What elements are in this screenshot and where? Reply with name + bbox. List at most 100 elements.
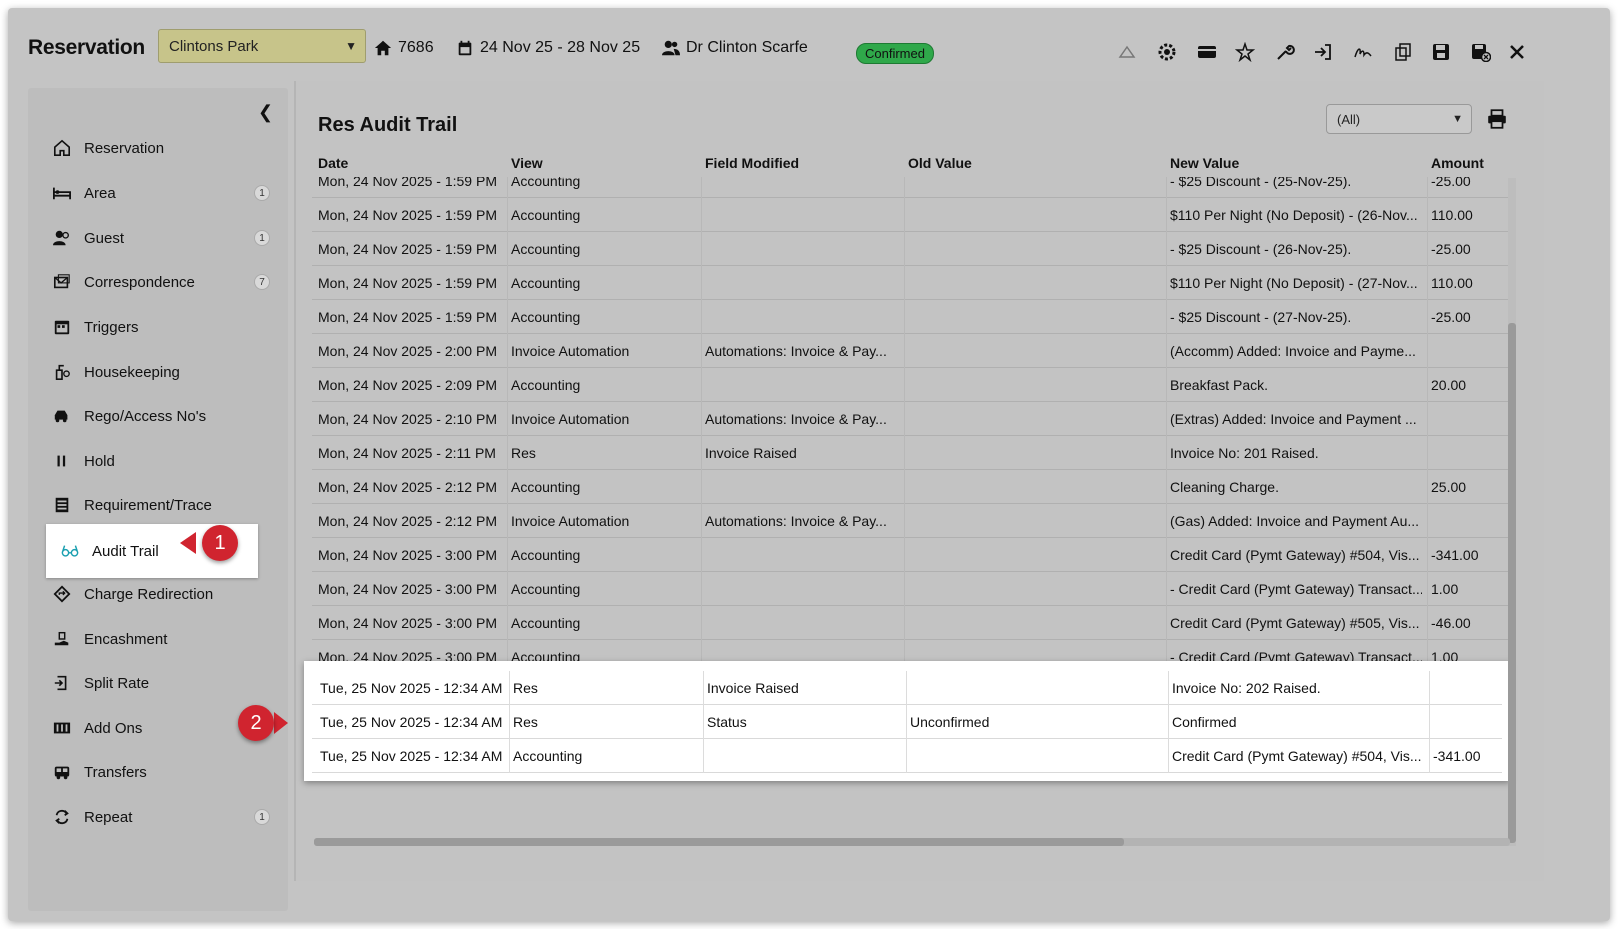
collapse-sidebar-icon[interactable]: ❮ — [258, 102, 273, 123]
sidebar-item-repeat[interactable]: Repeat 1 — [28, 797, 288, 837]
table-cell: Accounting — [511, 479, 581, 495]
sidebar-item-reservation[interactable]: Reservation — [28, 128, 288, 168]
redirect-icon — [52, 584, 72, 604]
column-header-date[interactable]: Date — [318, 155, 348, 171]
column-header-view[interactable]: View — [511, 155, 543, 171]
sidebar-item-guest[interactable]: Guest 1 — [28, 218, 288, 258]
table-row[interactable]: Mon, 24 Nov 2025 - 2:11 PM Res Invoice Rai… — [312, 436, 1511, 470]
table-cell: Accounting — [511, 615, 581, 631]
column-divider — [701, 572, 702, 606]
column-divider — [701, 504, 702, 538]
save-icon[interactable] — [1430, 41, 1452, 63]
scroll-thumb[interactable] — [1508, 323, 1516, 843]
table-cell: Tue, 25 Nov 2025 - 12:34 AM — [320, 714, 503, 730]
pause-icon — [52, 451, 72, 471]
table-row[interactable]: Mon, 24 Nov 2025 - 3:00 PM Accounting Cred… — [312, 606, 1511, 640]
table-cell: Mon, 24 Nov 2025 - 1:59 PM — [318, 309, 497, 325]
sidebar-item-area[interactable]: Area 1 — [28, 173, 288, 213]
table-cell: Mon, 24 Nov 2025 - 1:59 PM — [318, 207, 497, 223]
signature-icon[interactable] — [1352, 41, 1374, 63]
sidebar-item-rego-access[interactable]: Rego/Access No's — [28, 396, 288, 436]
column-header-old-value[interactable]: Old Value — [908, 155, 972, 171]
table-row[interactable]: Tue, 25 Nov 2025 - 12:34 AM Accounting Cre… — [312, 739, 1502, 773]
print-icon[interactable] — [1486, 108, 1508, 130]
vertical-scrollbar[interactable] — [1508, 178, 1516, 846]
table-row[interactable]: Mon, 24 Nov 2025 - 1:59 PM Accounting $110… — [312, 266, 1511, 300]
checkin-icon[interactable] — [1312, 41, 1334, 63]
column-divider — [1166, 368, 1167, 402]
settings-icon[interactable] — [1156, 41, 1178, 63]
table-row[interactable]: Mon, 24 Nov 2025 - 2:00 PM Invoice Automa… — [312, 334, 1511, 368]
table-row[interactable]: Mon, 24 Nov 2025 - 2:12 PM Invoice Automa… — [312, 504, 1511, 538]
table-row[interactable]: Mon, 24 Nov 2025 - 2:10 PM Invoice Automa… — [312, 402, 1511, 436]
horizontal-scrollbar[interactable] — [314, 838, 1510, 846]
wrench-icon[interactable] — [1274, 41, 1296, 63]
table-cell: - $25 Discount - (26-Nov-25). — [1170, 241, 1352, 257]
calendar-icon — [458, 40, 472, 56]
sidebar-item-encashment[interactable]: Encashment — [28, 619, 288, 659]
column-divider — [1427, 504, 1428, 538]
sidebar-item-requirement-trace[interactable]: Requirement/Trace — [28, 485, 288, 525]
table-row[interactable]: Mon, 24 Nov 2025 - 1:59 PM Accounting - $2… — [312, 300, 1511, 334]
column-divider — [1427, 177, 1428, 198]
sidebar-item-housekeeping[interactable]: Housekeeping — [28, 352, 288, 392]
table-cell: Credit Card (Pymt Gateway) #505, Vis... — [1170, 615, 1420, 631]
table-row[interactable]: Mon, 24 Nov 2025 - 2:12 PM Accounting Clea… — [312, 470, 1511, 504]
table-cell: Mon, 24 Nov 2025 - 3:00 PM — [318, 615, 497, 631]
column-divider — [906, 739, 907, 773]
guest-name[interactable]: Dr Clinton Scarfe — [662, 39, 808, 57]
sidebar-item-correspondence[interactable]: Correspondence 7 — [28, 262, 288, 302]
table-row[interactable]: Mon, 24 Nov 2025 - 1:59 PM Accounting - $2… — [312, 177, 1511, 198]
sidebar-item-transfers[interactable]: Transfers — [28, 752, 288, 792]
save-close-icon[interactable] — [1470, 41, 1492, 63]
sidebar-item-hold[interactable]: Hold — [28, 441, 288, 481]
calendar-icon — [52, 317, 72, 337]
table-row[interactable]: Tue, 25 Nov 2025 - 12:34 AM Res Invoice Ra… — [312, 671, 1502, 705]
column-divider — [1166, 300, 1167, 334]
table-row[interactable]: Tue, 25 Nov 2025 - 12:34 AM Res Status Unco… — [312, 705, 1502, 739]
table-row[interactable]: Mon, 24 Nov 2025 - 1:59 PM Accounting $110… — [312, 198, 1511, 232]
copy-icon[interactable] — [1392, 41, 1414, 63]
sidebar-item-triggers[interactable]: Triggers — [28, 307, 288, 347]
table-cell: Tue, 25 Nov 2025 - 12:34 AM — [320, 680, 503, 696]
table-cell: Invoice Automation — [511, 411, 630, 427]
park-select-value: Clintons Park — [169, 38, 259, 55]
sidebar-item-charge-redirection[interactable]: Charge Redirection — [28, 574, 288, 614]
table-cell: Mon, 24 Nov 2025 - 2:12 PM — [318, 513, 497, 529]
table-row[interactable]: Mon, 24 Nov 2025 - 3:00 PM Accounting Cred… — [312, 538, 1511, 572]
column-divider — [1427, 300, 1428, 334]
column-header-new-value[interactable]: New Value — [1170, 155, 1239, 171]
view-filter-select[interactable]: (All) ▼ — [1326, 104, 1472, 134]
table-cell: 110.00 — [1431, 207, 1473, 223]
split-icon — [52, 673, 72, 693]
close-icon[interactable] — [1506, 41, 1528, 63]
table-row[interactable]: Mon, 24 Nov 2025 - 3:00 PM Accounting - Cr… — [312, 572, 1511, 606]
table-row[interactable]: Mon, 24 Nov 2025 - 2:09 PM Accounting Brea… — [312, 368, 1511, 402]
table-cell: Accounting — [511, 581, 581, 597]
park-select[interactable]: Clintons Park ▼ — [158, 29, 366, 63]
column-divider — [1427, 402, 1428, 436]
sidebar-item-split-rate[interactable]: Split Rate — [28, 663, 288, 703]
column-divider — [904, 436, 905, 470]
table-row[interactable]: Mon, 24 Nov 2025 - 1:59 PM Accounting - $2… — [312, 232, 1511, 266]
column-header-field-modified[interactable]: Field Modified — [705, 155, 799, 171]
column-divider — [507, 300, 508, 334]
cash-hand-icon — [52, 629, 72, 649]
mail-icon — [52, 272, 72, 292]
table-cell: Mon, 24 Nov 2025 - 3:00 PM — [318, 547, 497, 563]
bed-icon — [52, 183, 72, 203]
table-cell: Accounting — [513, 748, 583, 764]
column-divider — [701, 368, 702, 402]
table-cell: Accounting — [511, 207, 581, 223]
table-cell: Credit Card (Pymt Gateway) #504, Vis... — [1172, 748, 1422, 764]
scroll-thumb[interactable] — [314, 838, 1124, 846]
star-check-icon[interactable] — [1234, 41, 1256, 63]
table-cell: Res — [511, 445, 536, 461]
cloud-icon[interactable] — [1116, 41, 1138, 63]
column-divider — [507, 538, 508, 572]
column-divider — [1166, 198, 1167, 232]
credit-card-icon[interactable] — [1196, 41, 1218, 63]
table-cell: Invoice No: 201 Raised. — [1170, 445, 1319, 461]
column-header-amount[interactable]: Amount — [1431, 155, 1484, 171]
table-cell: (Extras) Added: Invoice and Payment ... — [1170, 411, 1417, 427]
